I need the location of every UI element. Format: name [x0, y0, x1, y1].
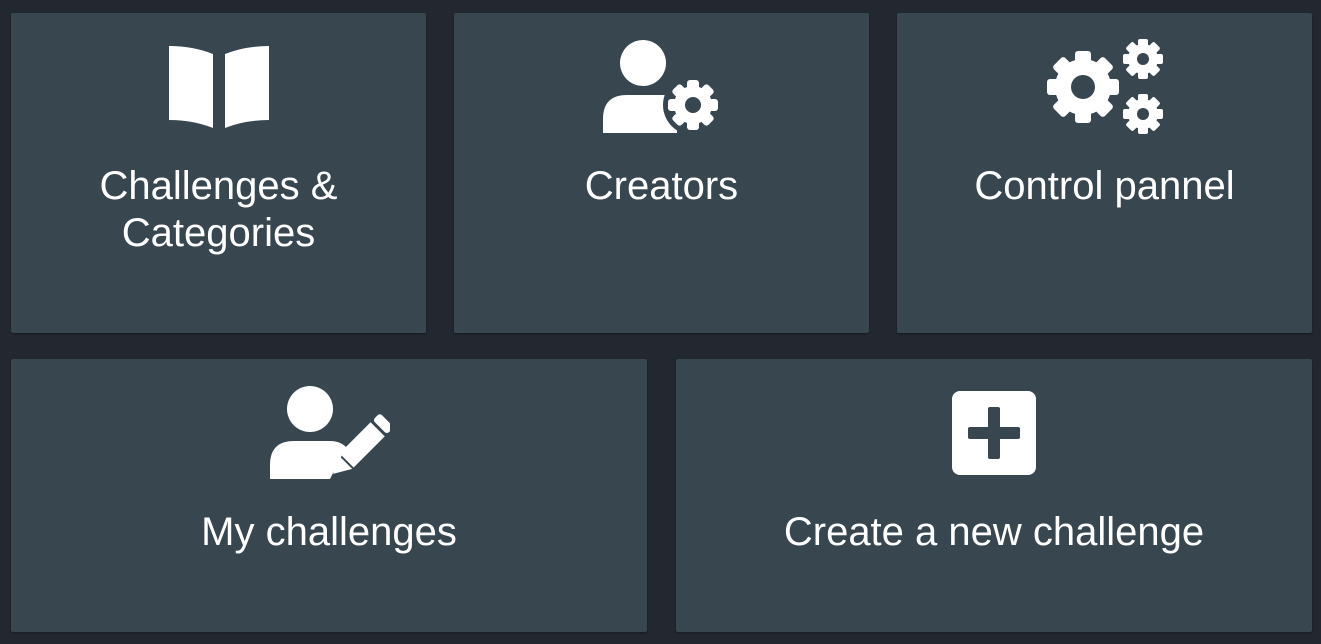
user-pen-icon — [11, 385, 647, 481]
my-challenges-tile[interactable]: My challenges — [11, 359, 647, 632]
challenges-categories-tile[interactable]: Challenges & Categories — [11, 13, 426, 333]
creators-tile[interactable]: Creators — [454, 13, 869, 333]
creators-label: Creators — [584, 164, 739, 208]
create-new-challenge-tile[interactable]: Create a new challenge — [676, 359, 1312, 632]
square-plus-icon — [676, 385, 1312, 481]
my-challenges-label: My challenges — [201, 510, 457, 554]
user-gear-icon — [454, 39, 869, 135]
control-pannel-tile[interactable]: Control pannel — [897, 13, 1312, 333]
challenges-categories-label: Challenges & Categories — [99, 164, 338, 255]
control-pannel-label: Control pannel — [974, 164, 1235, 208]
create-new-challenge-label: Create a new challenge — [783, 510, 1205, 554]
gears-icon — [897, 39, 1312, 135]
book-open-icon — [11, 39, 426, 135]
